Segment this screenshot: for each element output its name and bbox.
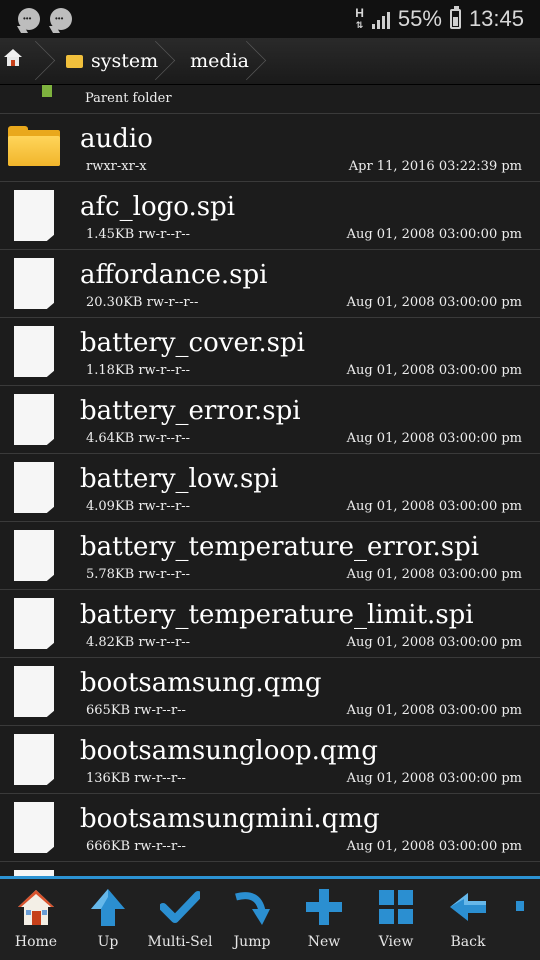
file-date: Aug 01, 2008 03:00:00 pm	[346, 703, 522, 718]
file-name: battery_temperature_error.spi	[80, 532, 480, 562]
up-arrow-icon	[88, 887, 128, 927]
network-type-indicator: H ⇅	[355, 5, 364, 30]
file-name: bootsamsungloop.qmg	[80, 736, 378, 766]
folder-icon	[8, 126, 60, 166]
plus-icon	[304, 887, 344, 927]
chat-icon: •••	[50, 8, 72, 30]
file-meta: 1.18KB rw-r--r--	[86, 363, 191, 378]
file-date: Aug 01, 2008 03:00:00 pm	[346, 771, 522, 786]
file-date: Aug 01, 2008 03:00:00 pm	[346, 635, 522, 650]
file-name: bootsamsungmini.qmg	[80, 804, 380, 834]
grid-icon	[376, 887, 416, 927]
list-item[interactable]: audio rwxr-xr-x Apr 11, 2016 03:22:39 pm	[0, 114, 540, 182]
chat-icon: •••	[18, 8, 40, 30]
signal-icon	[371, 9, 390, 29]
new-button[interactable]: New	[288, 879, 360, 960]
file-icon	[14, 258, 54, 309]
file-icon	[14, 666, 54, 717]
file-list: Parent folder audio rwxr-xr-x Apr 11, 20…	[0, 85, 540, 886]
parent-folder-row[interactable]: Parent folder	[0, 85, 540, 114]
clock: 13:45	[468, 6, 524, 31]
home-icon	[16, 887, 56, 927]
list-item[interactable]: bootsamsungloop.qmg 136KB rw-r--r-- Aug …	[0, 726, 540, 794]
folder-icon	[66, 54, 83, 68]
file-meta: rwxr-xr-x	[86, 159, 147, 174]
file-meta: 5.78KB rw-r--r--	[86, 567, 191, 582]
file-icon	[14, 326, 54, 377]
file-icon	[14, 462, 54, 513]
file-date: Aug 01, 2008 03:00:00 pm	[346, 363, 522, 378]
file-date: Aug 01, 2008 03:00:00 pm	[346, 227, 522, 242]
file-meta: 20.30KB rw-r--r--	[86, 295, 199, 310]
back-button[interactable]: Back	[432, 879, 504, 960]
battery-percent: 55%	[397, 6, 442, 31]
list-item[interactable]: affordance.spi 20.30KB rw-r--r-- Aug 01,…	[0, 250, 540, 318]
list-item[interactable]: afc_logo.spi 1.45KB rw-r--r-- Aug 01, 20…	[0, 182, 540, 250]
file-date: Aug 01, 2008 03:00:00 pm	[346, 295, 522, 310]
list-item[interactable]: bootsamsungmini.qmg 666KB rw-r--r-- Aug …	[0, 794, 540, 862]
file-name: afc_logo.spi	[80, 192, 236, 222]
file-meta: 666KB rw-r--r--	[86, 839, 186, 854]
checkmark-icon	[160, 887, 200, 927]
file-meta: 4.82KB rw-r--r--	[86, 635, 191, 650]
file-icon	[14, 734, 54, 785]
list-item[interactable]: battery_temperature_error.spi 5.78KB rw-…	[0, 522, 540, 590]
list-item[interactable]: battery_cover.spi 1.18KB rw-r--r-- Aug 0…	[0, 318, 540, 386]
file-icon	[14, 802, 54, 853]
battery-icon	[449, 6, 461, 29]
file-name: bootsamsung.qmg	[80, 668, 322, 698]
breadcrumb-item-media[interactable]: media	[176, 38, 267, 84]
file-name: battery_error.spi	[80, 396, 301, 426]
file-name: battery_low.spi	[80, 464, 279, 494]
breadcrumb-home[interactable]	[0, 38, 56, 84]
file-date: Apr 11, 2016 03:22:39 pm	[348, 159, 522, 174]
list-item[interactable]: battery_temperature_limit.spi 4.82KB rw-…	[0, 590, 540, 658]
file-meta: 665KB rw-r--r--	[86, 703, 186, 718]
list-item[interactable]: battery_low.spi 4.09KB rw-r--r-- Aug 01,…	[0, 454, 540, 522]
breadcrumb: system media	[0, 38, 540, 85]
file-name: battery_cover.spi	[80, 328, 305, 358]
file-name: affordance.spi	[80, 260, 268, 290]
file-name: audio	[80, 124, 153, 154]
back-arrow-icon	[448, 887, 488, 927]
file-icon	[14, 598, 54, 649]
bottom-toolbar: Home Up Multi-Sel Jump New View Back	[0, 876, 540, 960]
file-date: Aug 01, 2008 03:00:00 pm	[346, 499, 522, 514]
home-button[interactable]: Home	[0, 879, 72, 960]
parent-folder-label: Parent folder	[85, 91, 172, 106]
home-icon	[4, 49, 22, 67]
file-date: Aug 01, 2008 03:00:00 pm	[346, 567, 522, 582]
multi-select-button[interactable]: Multi-Sel	[144, 879, 216, 960]
file-icon	[14, 190, 54, 241]
file-date: Aug 01, 2008 03:00:00 pm	[346, 431, 522, 446]
list-item[interactable]: battery_error.spi 4.64KB rw-r--r-- Aug 0…	[0, 386, 540, 454]
jump-arrow-icon	[232, 887, 272, 927]
parent-folder-icon	[42, 85, 52, 97]
forward-arrow-icon	[516, 901, 524, 911]
file-name: battery_temperature_limit.spi	[80, 600, 474, 630]
file-icon	[14, 530, 54, 581]
file-meta: 4.09KB rw-r--r--	[86, 499, 191, 514]
file-meta: 1.45KB rw-r--r--	[86, 227, 191, 242]
file-date: Aug 01, 2008 03:00:00 pm	[346, 839, 522, 854]
jump-button[interactable]: Jump	[216, 879, 288, 960]
file-meta: 4.64KB rw-r--r--	[86, 431, 191, 446]
breadcrumb-item-system[interactable]: system	[56, 38, 176, 84]
file-icon	[14, 394, 54, 445]
more-button[interactable]	[504, 879, 524, 960]
up-button[interactable]: Up	[72, 879, 144, 960]
list-item[interactable]: bootsamsung.qmg 665KB rw-r--r-- Aug 01, …	[0, 658, 540, 726]
file-meta: 136KB rw-r--r--	[86, 771, 186, 786]
status-bar: ••• ••• H ⇅ 55% 13:45	[0, 0, 540, 38]
view-button[interactable]: View	[360, 879, 432, 960]
